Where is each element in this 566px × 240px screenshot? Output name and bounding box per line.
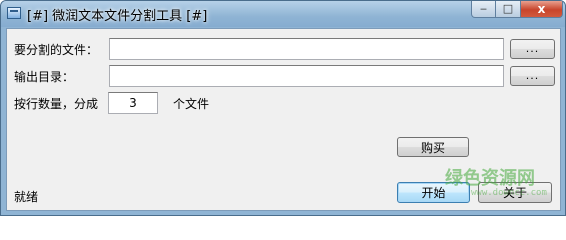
app-window: [#] 微润文本文件分割工具 [#] ‒ □ x 要分割的文件： ... 输出目… xyxy=(0,0,566,216)
title-bar[interactable]: [#] 微润文本文件分割工具 [#] ‒ □ x xyxy=(1,1,565,27)
source-file-input[interactable] xyxy=(109,38,504,60)
file-count-unit-label: 个文件 xyxy=(173,97,210,111)
source-file-label: 要分割的文件： xyxy=(14,43,99,57)
buy-button[interactable]: 购买 xyxy=(397,137,469,157)
app-window-icon xyxy=(7,7,21,19)
split-by-lines-label: 按行数量，分成 xyxy=(14,97,99,111)
browse-output-button[interactable]: ... xyxy=(510,66,555,86)
watermark-url: www.downcc.com xyxy=(471,188,547,198)
watermark-logo: 绿色资源网 xyxy=(445,168,535,189)
minimize-button[interactable]: ‒ xyxy=(471,1,496,18)
file-count-input[interactable] xyxy=(108,92,158,114)
window-title: [#] 微润文本文件分割工具 [#] xyxy=(27,9,208,24)
browse-source-button[interactable]: ... xyxy=(510,39,555,59)
maximize-button[interactable]: □ xyxy=(496,1,521,18)
close-button[interactable]: x xyxy=(521,1,563,18)
output-dir-input[interactable] xyxy=(109,65,504,87)
output-dir-label: 输出目录： xyxy=(14,70,75,84)
status-text: 就绪 xyxy=(14,190,39,204)
